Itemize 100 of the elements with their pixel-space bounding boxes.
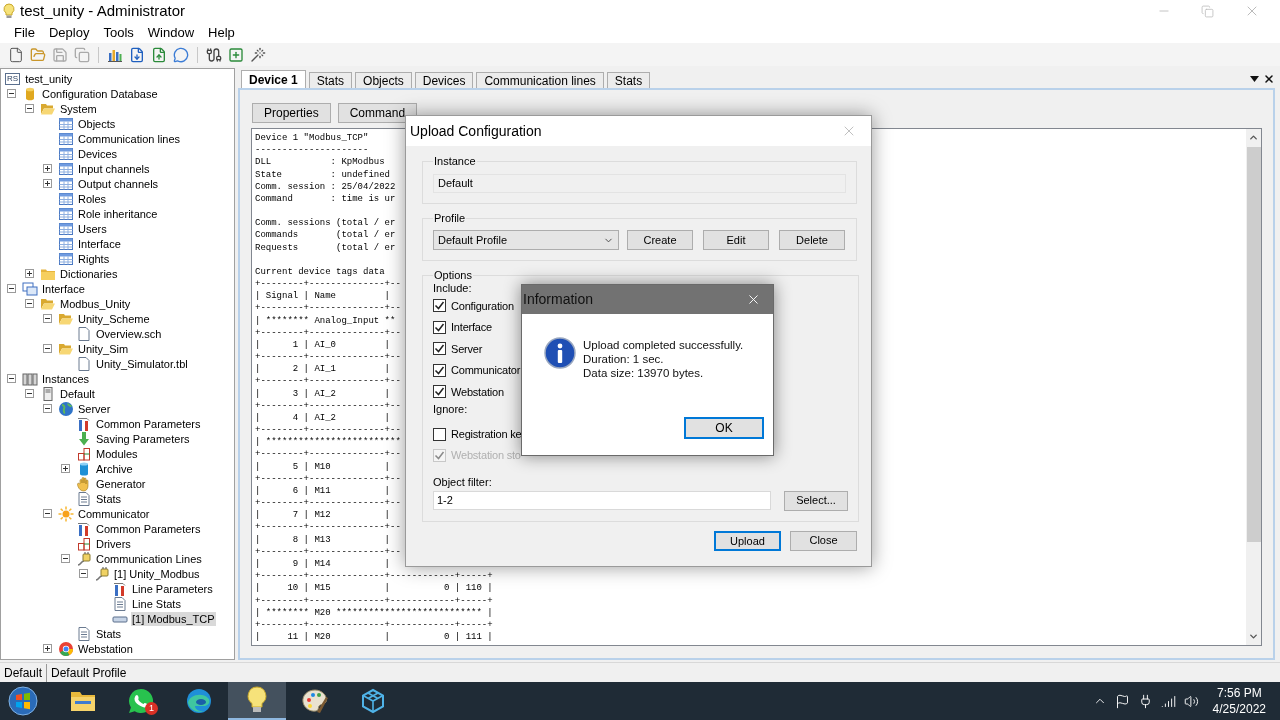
minus-icon[interactable]	[43, 404, 52, 413]
tree-item[interactable]: test_unity	[24, 71, 74, 86]
tree-item[interactable]: Common Parameters	[95, 416, 202, 431]
checkbox[interactable]	[433, 385, 446, 399]
tree-item[interactable]: Line Parameters	[131, 581, 214, 596]
menu-item[interactable]: Tools	[96, 22, 141, 43]
select-button[interactable]: Select...	[784, 490, 848, 511]
download-icon[interactable]	[129, 46, 145, 63]
tab[interactable]: Objects	[355, 72, 412, 88]
tree-item[interactable]: Input channels	[77, 161, 151, 176]
upload-icon[interactable]	[151, 46, 167, 63]
profile-button[interactable]: Delete	[779, 230, 845, 250]
minus-icon[interactable]	[7, 374, 16, 383]
menu-item[interactable]: Window	[140, 22, 202, 43]
tree-item[interactable]: Interface	[77, 236, 122, 251]
tree-item[interactable]: Overview.sch	[95, 326, 163, 341]
tree-item[interactable]: Unity_Scheme	[77, 311, 151, 326]
tree-item[interactable]: Objects	[77, 116, 117, 131]
minus-icon[interactable]	[43, 509, 52, 518]
tab[interactable]: Devices	[414, 72, 474, 88]
plus-icon[interactable]	[43, 644, 52, 653]
minus-icon[interactable]	[43, 344, 52, 353]
tree-item[interactable]: Archive	[95, 461, 134, 476]
tree-item[interactable]: Roles	[77, 191, 108, 206]
plus-icon[interactable]	[61, 464, 70, 473]
plus-icon[interactable]	[43, 164, 52, 173]
tab[interactable]: Device 1	[241, 70, 306, 88]
checkbox[interactable]	[433, 299, 446, 313]
tree-item[interactable]: Saving Parameters	[95, 431, 191, 446]
tree-item[interactable]: [1] Unity_Modbus	[113, 566, 201, 581]
panel-button[interactable]: Command	[337, 103, 418, 123]
dialog-button[interactable]: Close	[790, 530, 857, 551]
minus-icon[interactable]	[7, 284, 16, 293]
minus-icon[interactable]	[7, 89, 16, 98]
tree-item[interactable]: Modbus_Unity	[59, 296, 132, 311]
tree-item[interactable]: Communication lines	[77, 131, 182, 146]
object-filter-field[interactable]: 1-2	[433, 491, 771, 510]
tree-item[interactable]: Stats	[95, 491, 123, 506]
checkbox[interactable]	[433, 363, 446, 377]
tab[interactable]: Stats	[308, 72, 353, 88]
menu-item[interactable]: Help	[201, 22, 242, 43]
minus-icon[interactable]	[25, 104, 34, 113]
tree-item[interactable]: Common Parameters	[95, 521, 202, 536]
clock[interactable]: 7:56 PM 4/25/2022	[1212, 685, 1266, 717]
tree-item[interactable]: Users	[77, 221, 108, 236]
plus-icon[interactable]	[25, 269, 34, 278]
checkbox[interactable]	[433, 427, 446, 441]
tree-item[interactable]: Unity_Simulator.tbl	[95, 356, 189, 371]
tree-item[interactable]: Role inheritance	[77, 206, 159, 221]
minus-icon[interactable]	[61, 554, 70, 563]
volume-icon[interactable]	[1183, 693, 1199, 709]
tree-item[interactable]: Unity_Sim	[77, 341, 130, 356]
profile-button[interactable]: Create	[627, 230, 693, 250]
tree-item[interactable]: Line Stats	[131, 596, 182, 611]
tree-item[interactable]: Dictionaries	[59, 266, 119, 281]
tab[interactable]: Communication lines	[476, 72, 604, 88]
profile-button[interactable]: Edit	[703, 230, 769, 250]
tree-item[interactable]: Webstation	[77, 641, 134, 656]
checkbox[interactable]	[433, 342, 446, 356]
plus-icon[interactable]	[43, 179, 52, 188]
taskbar-button[interactable]	[228, 682, 286, 720]
tree-item[interactable]: Drivers	[95, 536, 132, 551]
tree-item[interactable]: Devices	[77, 146, 119, 161]
new-file-icon[interactable]	[8, 46, 24, 63]
close-icon[interactable]	[1263, 73, 1275, 85]
signal-icon[interactable]	[1160, 693, 1176, 709]
tree-item[interactable]: Communicator	[77, 506, 151, 521]
tree-item[interactable]: Modules	[95, 446, 139, 461]
tree-item[interactable]: System	[59, 101, 98, 116]
flag-icon[interactable]	[1114, 693, 1130, 709]
taskbar-button[interactable]: 1	[112, 682, 170, 720]
minus-icon[interactable]	[25, 299, 34, 308]
dialog-button[interactable]: Upload	[714, 530, 781, 551]
dropdown-icon[interactable]	[1250, 76, 1259, 82]
scroll-up-icon[interactable]	[1248, 132, 1259, 143]
tree-item[interactable]: Generator	[95, 476, 147, 491]
minus-icon[interactable]	[43, 314, 52, 323]
wand-icon[interactable]	[250, 46, 266, 63]
tab[interactable]: Stats	[606, 72, 651, 88]
ok-button[interactable]: OK	[684, 417, 764, 439]
menu-item[interactable]: Deploy	[41, 22, 97, 43]
profile-select[interactable]: Default Profile	[433, 230, 619, 250]
tree-item[interactable]: [1] Modbus_TCP	[131, 611, 216, 626]
scrollbar-thumb[interactable]	[1246, 147, 1261, 542]
tree-item[interactable]: Output channels	[77, 176, 160, 191]
tree-item[interactable]: Rights	[77, 251, 111, 266]
tree-item[interactable]: Configuration Database	[41, 86, 159, 101]
tree-item[interactable]: Instances	[41, 371, 91, 386]
scroll-down-icon[interactable]	[1248, 631, 1259, 642]
minus-icon[interactable]	[25, 389, 34, 398]
tree-item[interactable]: Default	[59, 386, 96, 401]
menu-item[interactable]: File	[7, 22, 42, 43]
tree-item[interactable]: Stats	[95, 626, 123, 641]
add-device-icon[interactable]	[228, 46, 244, 63]
minus-icon[interactable]	[79, 569, 88, 578]
tree-item[interactable]: Interface	[41, 281, 86, 296]
tree-item[interactable]: Communication Lines	[95, 551, 203, 566]
panel-button[interactable]: Properties	[252, 103, 331, 123]
tree-item[interactable]: Server	[77, 401, 112, 416]
checkbox[interactable]	[433, 320, 446, 334]
